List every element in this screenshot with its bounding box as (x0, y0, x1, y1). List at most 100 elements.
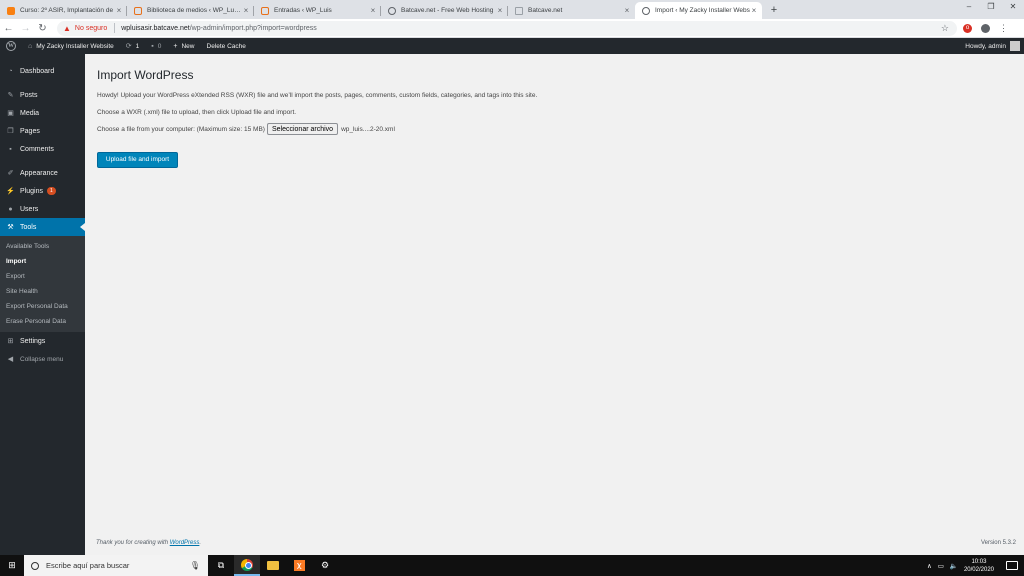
minimize-icon[interactable]: – (958, 0, 980, 14)
sidebar-item-posts[interactable]: ✎ Posts (0, 86, 85, 104)
close-icon[interactable]: × (242, 6, 250, 15)
forward-icon[interactable]: → (17, 23, 34, 34)
page-title: Import WordPress (97, 68, 194, 82)
refresh-icon: ⟳ (125, 43, 132, 50)
tab-batcave[interactable]: Batcave.net × (508, 2, 635, 19)
sidebar-item-appearance[interactable]: ✐ Appearance (0, 164, 85, 182)
close-icon[interactable]: × (623, 6, 631, 15)
comment-icon: ▪ (9, 145, 12, 153)
submenu-site-health[interactable]: Site Health (0, 284, 85, 299)
collapse-icon: ◀ (7, 356, 14, 363)
extension-icon[interactable]: o (963, 23, 972, 33)
tab-course[interactable]: Curso: 2º ASIR, Implantación de × (0, 2, 127, 19)
wp-icon (261, 6, 269, 15)
close-icon[interactable]: × (496, 6, 504, 15)
file-label: Choose a file from your computer: (Maxim… (97, 125, 265, 133)
sidebar-item-label: Users (20, 205, 39, 213)
collapse-menu-button[interactable]: ◀ Collapse menu (0, 350, 85, 368)
submenu-export-personal-data[interactable]: Export Personal Data (0, 299, 85, 314)
sidebar-item-comments[interactable]: ▪ Comments (0, 140, 85, 158)
tab-posts[interactable]: Entradas ‹ WP_Luis × (254, 2, 381, 19)
brush-icon: ✐ (7, 170, 14, 177)
moodle-icon (7, 6, 15, 15)
security-indicator[interactable]: ▲ No seguro (63, 24, 107, 33)
admin-footer: Thank you for creating with WordPress. V… (96, 540, 1016, 546)
submenu-export[interactable]: Export (0, 269, 85, 284)
upload-file-and-import-button[interactable]: Upload file and import (97, 152, 178, 168)
updates-menu[interactable]: ⟳ 1 (120, 38, 146, 54)
sidebar-item-label: Pages (20, 127, 40, 135)
app-taskbar-icon[interactable]: ⚙ (312, 555, 338, 576)
file-explorer-taskbar-icon[interactable] (260, 555, 286, 576)
wp-logo-menu[interactable]: W (0, 38, 22, 54)
account-menu[interactable]: Howdy, admin (959, 38, 1024, 54)
comments-menu[interactable]: ▪ 0 (145, 38, 167, 54)
close-icon[interactable]: × (750, 6, 758, 15)
browser-toolbar-icons: o ⋮ (963, 23, 1008, 34)
wordpress-link[interactable]: WordPress (170, 540, 200, 546)
sidebar-item-settings[interactable]: ⊞ Settings (0, 332, 85, 350)
tab-import[interactable]: Import ‹ My Zacky Installer Webs × (635, 2, 762, 19)
submenu-import[interactable]: Import (0, 254, 85, 269)
user-icon: ● (8, 205, 13, 213)
security-label: No seguro (74, 24, 108, 32)
settings-icon: ⊞ (7, 338, 14, 345)
close-window-icon[interactable]: ✕ (1002, 0, 1024, 14)
windows-taskbar: ⊞ Escribe aquí para buscar 🎙 ⧉ ꭓ ⚙ ∧ ▭ 🔈… (0, 555, 1024, 576)
network-icon[interactable]: ▭ (938, 562, 944, 570)
choose-file-button[interactable]: Seleccionar archivo (266, 123, 339, 135)
taskbar-clock[interactable]: 10:03 20/02/2020 (964, 558, 994, 574)
tab-batcave-hosting[interactable]: Batcave.net - Free Web Hosting × (381, 2, 508, 19)
tools-submenu: Available Tools Import Export Site Healt… (0, 236, 85, 332)
url-input[interactable]: ▲ No seguro wpluisasir.batcave.net/wp-ad… (57, 20, 957, 36)
xampp-taskbar-icon[interactable]: ꭓ (286, 555, 312, 576)
page-icon (515, 6, 523, 15)
site-name-menu[interactable]: ⌂ My Zacky Installer Website (22, 38, 120, 54)
profile-icon[interactable] (981, 23, 990, 33)
cortana-icon (31, 561, 39, 570)
sidebar-item-plugins[interactable]: ⚡ Plugins 1 (0, 182, 85, 200)
new-tab-button[interactable]: + (766, 2, 782, 19)
reload-icon[interactable]: ↻ (34, 23, 51, 34)
close-icon[interactable]: × (369, 6, 377, 15)
restore-icon[interactable]: ❐ (980, 0, 1002, 14)
sidebar-item-users[interactable]: ● Users (0, 200, 85, 218)
wordpress-logo-icon: W (6, 41, 16, 51)
taskbar-search-input[interactable]: Escribe aquí para buscar 🎙 (24, 555, 208, 576)
windows-start-icon[interactable]: ⊞ (0, 560, 24, 571)
volume-icon[interactable]: 🔈 (950, 562, 958, 570)
submenu-erase-personal-data[interactable]: Erase Personal Data (0, 314, 85, 329)
task-view-icon[interactable]: ⧉ (208, 555, 234, 576)
microphone-icon[interactable]: 🎙 (190, 561, 200, 570)
xampp-icon: ꭓ (293, 560, 305, 571)
sidebar-item-label: Tools (20, 223, 37, 231)
sidebar-item-media[interactable]: ▣ Media (0, 104, 85, 122)
submenu-available-tools[interactable]: Available Tools (0, 239, 85, 254)
comments-count: 0 (157, 42, 162, 50)
wrench-icon: ⚒ (7, 224, 14, 231)
sidebar-item-tools[interactable]: ⚒ Tools (0, 218, 85, 236)
back-icon[interactable]: ← (0, 23, 17, 34)
new-content-menu[interactable]: + New (167, 38, 200, 54)
delete-cache-button[interactable]: Delete Cache (201, 38, 252, 54)
star-icon[interactable]: ☆ (941, 23, 949, 34)
tab-media-library[interactable]: Biblioteca de medios ‹ WP_Luis – × (127, 2, 254, 19)
kebab-menu-icon[interactable]: ⋮ (999, 23, 1008, 34)
sidebar-item-label: Settings (20, 337, 46, 345)
sidebar-item-label: Comments (20, 145, 54, 153)
chevron-up-icon[interactable]: ∧ (927, 562, 932, 570)
sidebar-item-pages[interactable]: ❐ Pages (0, 122, 85, 140)
globe-icon (388, 6, 396, 15)
wp-icon (134, 6, 142, 15)
delete-cache-label: Delete Cache (206, 42, 246, 50)
close-icon[interactable]: × (115, 6, 123, 15)
warning-icon: ▲ (63, 23, 71, 33)
tab-title: Batcave.net - Free Web Hosting (401, 7, 494, 14)
chrome-taskbar-icon[interactable] (234, 555, 260, 576)
sidebar-item-dashboard[interactable]: ◔ Dashboard (0, 62, 85, 80)
wp-admin-bar: W ⌂ My Zacky Installer Website ⟳ 1 ▪ 0 +… (0, 38, 1024, 54)
main-content: Import WordPress Howdy! Upload your Word… (97, 54, 997, 168)
notifications-icon[interactable] (1006, 561, 1018, 570)
new-label: New (181, 42, 195, 50)
